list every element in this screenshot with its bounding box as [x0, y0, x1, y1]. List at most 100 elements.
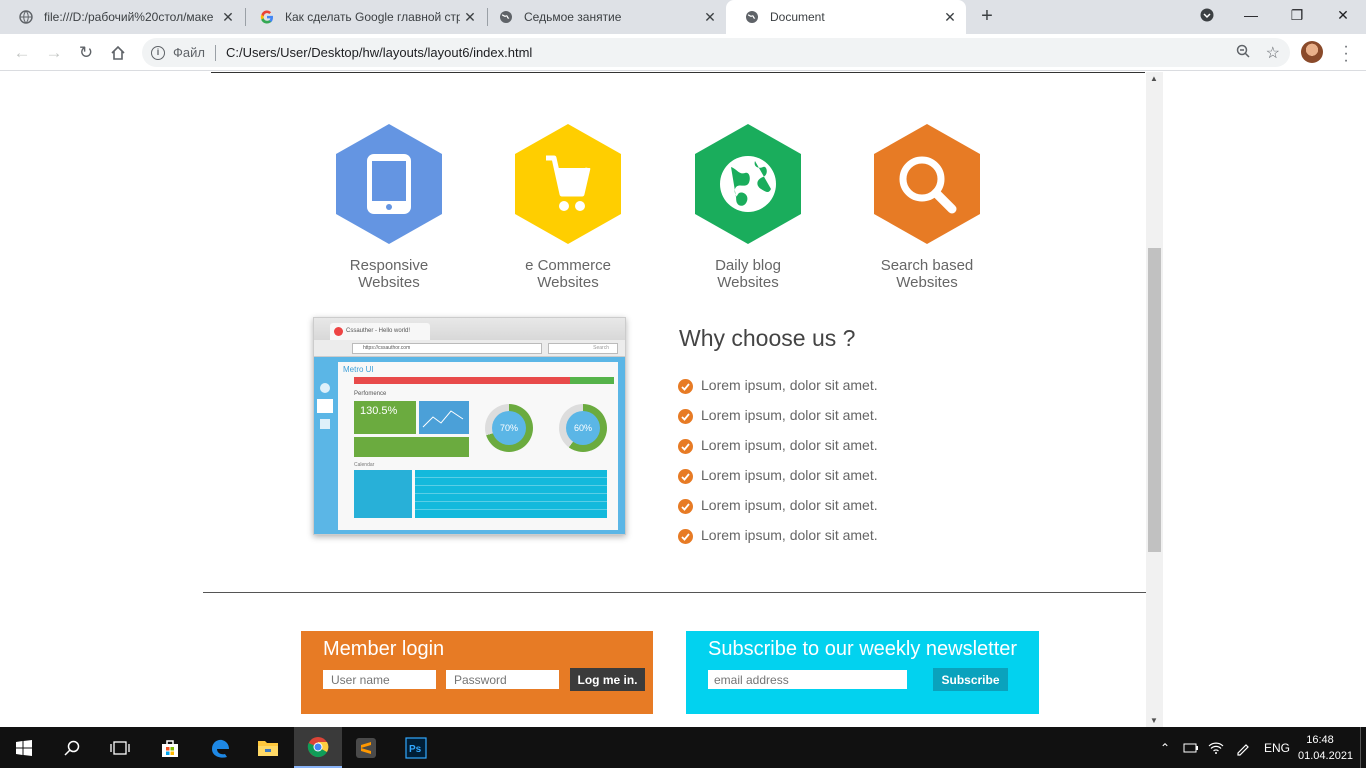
feature-blog: Daily blog Websites: [668, 124, 828, 291]
password-input[interactable]: [446, 670, 559, 689]
feature-label: Responsive Websites: [349, 257, 429, 291]
close-icon[interactable]: ✕: [218, 9, 238, 26]
profile-avatar[interactable]: [1301, 41, 1323, 63]
url-text[interactable]: C:/Users/User/Desktop/hw/layouts/layout6…: [226, 45, 532, 60]
list-item: Lorem ipsum, dolor sit amet.: [678, 460, 878, 490]
scroll-thumb[interactable]: [1148, 248, 1161, 552]
home-icon[interactable]: [105, 40, 131, 66]
menu-dots-icon[interactable]: · · ·: [1340, 39, 1352, 69]
tablet-icon: [367, 154, 411, 214]
dashboard-screenshot-image: Cssauther - Hello world! https://cssauth…: [313, 317, 626, 535]
svg-text:Ps: Ps: [409, 744, 422, 755]
check-icon: [678, 409, 693, 424]
maximize-icon[interactable]: ❐: [1274, 0, 1320, 30]
tab-search-icon[interactable]: [1184, 0, 1230, 30]
page-scrollbar[interactable]: ▲ ▼: [1146, 72, 1163, 727]
feature-responsive: Responsive Websites: [309, 124, 469, 291]
close-icon[interactable]: ✕: [700, 9, 720, 26]
mockup-section-label: Perfomence: [354, 391, 387, 397]
mockup-addressbar: https://cssauthor.com Search: [314, 340, 625, 357]
edge-icon[interactable]: [196, 727, 244, 768]
bookmark-star-icon[interactable]: ☆: [1266, 43, 1280, 63]
check-icon: [678, 499, 693, 514]
back-icon[interactable]: ←: [9, 40, 35, 66]
scroll-down-icon[interactable]: ▼: [1150, 716, 1158, 725]
why-title: Why choose us ?: [679, 325, 856, 351]
list-item-text: Lorem ipsum, dolor sit amet.: [701, 377, 878, 393]
tray-chevron-icon[interactable]: ⌃: [1160, 727, 1170, 768]
feature-label: Daily blog Websites: [715, 257, 781, 291]
tab-title: Седьмое занятие: [524, 10, 622, 24]
close-icon[interactable]: ✕: [940, 9, 960, 26]
login-title: Member login: [323, 638, 445, 660]
ring-value: 60%: [566, 411, 600, 445]
feature-search: Search based Websites: [847, 124, 1007, 291]
globe-icon: [498, 9, 514, 25]
wifi-icon[interactable]: [1208, 727, 1224, 768]
language-indicator[interactable]: ENG: [1264, 727, 1290, 768]
list-item: Lorem ipsum, dolor sit amet.: [678, 430, 878, 460]
list-item-text: Lorem ipsum, dolor sit amet.: [701, 437, 878, 453]
photoshop-icon[interactable]: Ps: [392, 727, 440, 768]
ring-value: 70%: [492, 411, 526, 445]
cart-icon: [546, 155, 591, 211]
feature-label: e Commerce Websites: [525, 257, 611, 291]
info-icon[interactable]: i: [151, 45, 165, 60]
address-bar[interactable]: i Файл C:/Users/User/Desktop/hw/layouts/…: [142, 38, 1290, 67]
mockup-chart-tile: [419, 401, 469, 434]
close-window-icon[interactable]: ✕: [1320, 0, 1366, 30]
mockup-stat-tile: 130.5%: [354, 401, 416, 434]
page-viewport: Responsive Websites e Commerce Websites Da…: [0, 72, 1366, 727]
header-border: [211, 72, 1145, 73]
search-icon[interactable]: [48, 727, 96, 768]
search-icon: [899, 156, 957, 214]
check-icon: [678, 379, 693, 394]
newsletter-box: Subscribe to our weekly newsletter Subsc…: [686, 631, 1039, 714]
show-desktop-button[interactable]: [1360, 727, 1366, 768]
hexagon-badge: [336, 124, 442, 244]
newsletter-title: Subscribe to our weekly newsletter: [708, 638, 1018, 660]
mockup-url: https://cssauthor.com: [352, 343, 542, 354]
mockup-app-title: Metro UI: [343, 365, 374, 374]
tab-4-active[interactable]: Document ✕: [726, 0, 966, 34]
file-explorer-icon[interactable]: [244, 727, 292, 768]
forward-icon[interactable]: →: [41, 40, 67, 66]
pen-icon[interactable]: [1235, 727, 1251, 768]
email-input[interactable]: [708, 670, 907, 689]
tab-2[interactable]: Как сделать Google главной стр ✕: [241, 0, 486, 34]
minimize-icon[interactable]: —: [1228, 0, 1274, 30]
login-button[interactable]: Log me in.: [570, 668, 645, 691]
close-icon[interactable]: ✕: [460, 9, 480, 26]
tab-1[interactable]: file:///D:/рабочий%20стол/маке ✕: [0, 0, 244, 34]
hexagon-badge: [874, 124, 980, 244]
list-item: Lorem ipsum, dolor sit amet.: [678, 490, 878, 520]
globe-icon: [744, 9, 760, 25]
tab-title: Как сделать Google главной стр: [285, 10, 460, 24]
subscribe-button[interactable]: Subscribe: [933, 668, 1008, 691]
tab-title: Document: [770, 10, 825, 24]
windows-start-icon[interactable]: [0, 727, 48, 768]
task-view-icon[interactable]: [96, 727, 144, 768]
battery-icon[interactable]: [1183, 727, 1199, 768]
reload-icon[interactable]: ↻: [73, 40, 99, 66]
username-input[interactable]: [323, 670, 436, 689]
mockup-green-strip: [570, 377, 614, 384]
globe-icon: [720, 156, 776, 212]
clock[interactable]: 16:48 01.04.2021: [1298, 732, 1353, 764]
zoom-icon[interactable]: [1236, 44, 1250, 61]
mockup-report-tile: [354, 437, 469, 457]
google-icon: [259, 9, 275, 25]
browser-toolbar: ← → ↻ i Файл C:/Users/User/Desktop/hw/la…: [0, 34, 1366, 71]
hexagon-badge: [695, 124, 801, 244]
scroll-up-icon[interactable]: ▲: [1150, 74, 1158, 83]
tab-3[interactable]: Седьмое занятие ✕: [480, 0, 726, 34]
new-tab-button[interactable]: +: [976, 5, 998, 27]
store-icon[interactable]: [146, 727, 194, 768]
tab-title: file:///D:/рабочий%20стол/маке: [44, 10, 214, 24]
list-item: Lorem ipsum, dolor sit amet.: [678, 400, 878, 430]
sublime-text-icon[interactable]: [342, 727, 390, 768]
chrome-icon[interactable]: [294, 727, 342, 768]
mockup-panel: Metro UI Perfomence 130.5% 70% 60% Calen…: [338, 362, 618, 530]
mockup-search: Search: [548, 343, 618, 354]
check-icon: [678, 439, 693, 454]
